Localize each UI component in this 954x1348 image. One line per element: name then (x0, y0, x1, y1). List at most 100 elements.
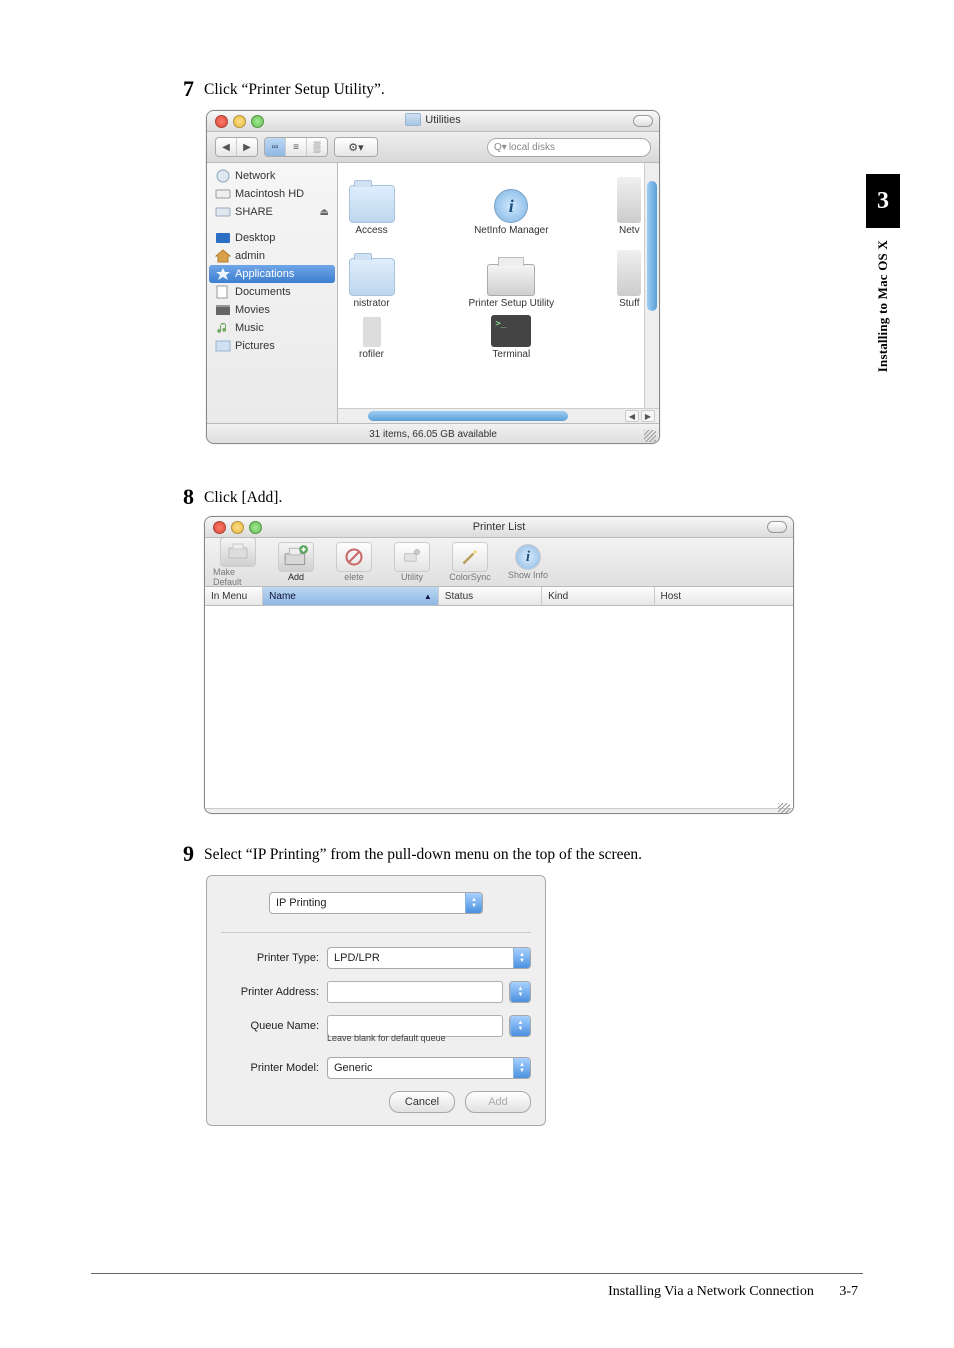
terminal-icon: >_ (491, 315, 531, 347)
cancel-button[interactable]: Cancel (389, 1091, 455, 1113)
file-item[interactable]: Access (338, 171, 417, 236)
printer-type-select[interactable]: LPD/LPR ▲▼ (327, 947, 531, 969)
file-item-terminal[interactable]: >_ Terminal (447, 311, 576, 360)
search-input[interactable]: Q▾ local disks (487, 138, 651, 157)
sheet-separator (221, 932, 531, 933)
toolbar-label: Show Info (508, 570, 548, 580)
file-item-printer-setup-utility[interactable]: Printer Setup Utility (447, 244, 576, 309)
view-list-button[interactable]: ≡ (286, 138, 307, 156)
scrollbar-thumb[interactable] (368, 411, 568, 421)
toolbar-delete[interactable]: elete (329, 542, 379, 582)
horizontal-scrollbar[interactable]: ◀ ▶ (338, 408, 659, 423)
close-icon[interactable] (215, 115, 228, 128)
back-button[interactable]: ◀ (216, 138, 237, 156)
chevron-up-down-icon: ▲▼ (513, 1058, 530, 1078)
toolbar-colorsync[interactable]: ColorSync (445, 542, 495, 582)
column-status[interactable]: Status (439, 587, 542, 605)
toolbar-make-default[interactable]: Make Default (213, 537, 263, 587)
sidebar-item-pictures[interactable]: Pictures (209, 337, 335, 355)
scroll-left-icon[interactable]: ◀ (625, 410, 639, 422)
printer-address-input[interactable] (327, 981, 503, 1003)
toolbar-label: elete (344, 572, 364, 582)
sidebar-item-music[interactable]: Music (209, 319, 335, 337)
file-label: NetInfo Manager (447, 225, 576, 236)
select-value: Generic (334, 1062, 524, 1074)
chapter-number-tab: 3 (866, 174, 900, 228)
printing-method-select[interactable]: IP Printing ▲▼ (269, 892, 483, 914)
file-item[interactable]: i NetInfo Manager (447, 171, 576, 236)
window-titlebar: Printer List (205, 517, 793, 538)
sidebar-item-documents[interactable]: Documents (209, 283, 335, 301)
scrollbar-thumb[interactable] (647, 181, 657, 311)
search-icon: Q▾ (494, 142, 507, 153)
finder-body: Network Macintosh HD SHARE ⏏ Desktop (207, 163, 659, 423)
close-icon[interactable] (213, 521, 226, 534)
sheet-printer-type-row: Printer Type: LPD/LPR ▲▼ (221, 947, 531, 969)
window-title: Printer List (205, 521, 793, 533)
file-item[interactable]: rofiler (338, 311, 417, 360)
resize-grip[interactable] (778, 803, 790, 814)
toolbar-toggle-pill[interactable] (633, 115, 653, 127)
sidebar-item-label: Movies (235, 304, 270, 316)
sort-asc-icon: ▲ (424, 592, 432, 601)
resize-grip[interactable] (644, 430, 656, 442)
sidebar-item-admin[interactable]: admin (209, 247, 335, 265)
sidebar-item-label: Macintosh HD (235, 188, 304, 200)
printer-address-history[interactable]: ▲▼ (509, 981, 531, 1003)
zoom-icon[interactable] (249, 521, 262, 534)
actions-menu-button[interactable]: ⚙▾ (334, 137, 378, 157)
sidebar-item-movies[interactable]: Movies (209, 301, 335, 319)
sidebar-item-label: Desktop (235, 232, 275, 244)
chapter-side-label: Installing to Mac OS X (875, 240, 891, 372)
toolbar-add[interactable]: Add (271, 542, 321, 582)
finder-status-bar: 31 items, 66.05 GB available (207, 423, 659, 444)
window-title-text: Utilities (425, 114, 460, 126)
printer-model-select[interactable]: Generic ▲▼ (327, 1057, 531, 1079)
sidebar-item-hd[interactable]: Macintosh HD (209, 185, 335, 203)
toolbar-label: Add (288, 572, 304, 582)
colorsync-icon (452, 542, 488, 572)
step-text: Select “IP Printing” from the pull-down … (204, 845, 642, 866)
sidebar-item-share[interactable]: SHARE ⏏ (209, 203, 335, 221)
toolbar-label: Make Default (213, 567, 263, 587)
field-label: Printer Type: (221, 952, 327, 964)
view-column-button[interactable]: ▒ (307, 138, 327, 156)
sidebar-item-network[interactable]: Network (209, 167, 335, 185)
status-text: 31 items, 66.05 GB available (369, 429, 497, 440)
window-titlebar: Utilities (207, 111, 659, 132)
column-host[interactable]: Host (655, 587, 793, 605)
toolbar-show-info[interactable]: i Show Info (503, 544, 553, 580)
column-name[interactable]: Name ▲ (263, 587, 439, 605)
disk-icon (215, 187, 231, 201)
field-label: Printer Address: (221, 986, 327, 998)
zoom-icon[interactable] (251, 115, 264, 128)
file-label: Terminal (447, 349, 576, 360)
file-item[interactable]: nistrator (338, 244, 417, 309)
toolbar-utility[interactable]: Utility (387, 542, 437, 582)
toolbar-toggle-pill[interactable] (767, 521, 787, 533)
finder-sidebar: Network Macintosh HD SHARE ⏏ Desktop (207, 163, 338, 423)
sheet-buttons: Cancel Add (221, 1091, 531, 1113)
printer-default-icon (220, 537, 256, 567)
file-label: Access (338, 225, 417, 236)
printer-list-columns: In Menu Name ▲ Status Kind Host (205, 587, 793, 606)
sidebar-item-applications[interactable]: Applications (209, 265, 335, 283)
sidebar-item-desktop[interactable]: Desktop (209, 229, 335, 247)
eject-icon[interactable]: ⏏ (320, 207, 329, 218)
minimize-icon[interactable] (233, 115, 246, 128)
figure-utilities-window: Utilities ◀ ▶ ▫▫ ≡ ▒ ⚙▾ Q▾ local disks (206, 110, 660, 444)
queue-name-history[interactable]: ▲▼ (509, 1015, 531, 1037)
sidebar-item-label: Applications (235, 268, 294, 280)
vertical-scrollbar[interactable] (644, 163, 659, 409)
column-in-menu[interactable]: In Menu (205, 587, 263, 605)
view-icon-button[interactable]: ▫▫ (265, 138, 286, 156)
column-kind[interactable]: Kind (542, 587, 654, 605)
file-row: Access i NetInfo Manager Netv (338, 163, 659, 236)
sidebar-item-label: admin (235, 250, 265, 262)
search-placeholder: local disks (509, 142, 555, 153)
minimize-icon[interactable] (231, 521, 244, 534)
add-button[interactable]: Add (465, 1091, 531, 1113)
printer-add-icon (278, 542, 314, 572)
scroll-right-icon[interactable]: ▶ (641, 410, 655, 422)
forward-button[interactable]: ▶ (237, 138, 257, 156)
